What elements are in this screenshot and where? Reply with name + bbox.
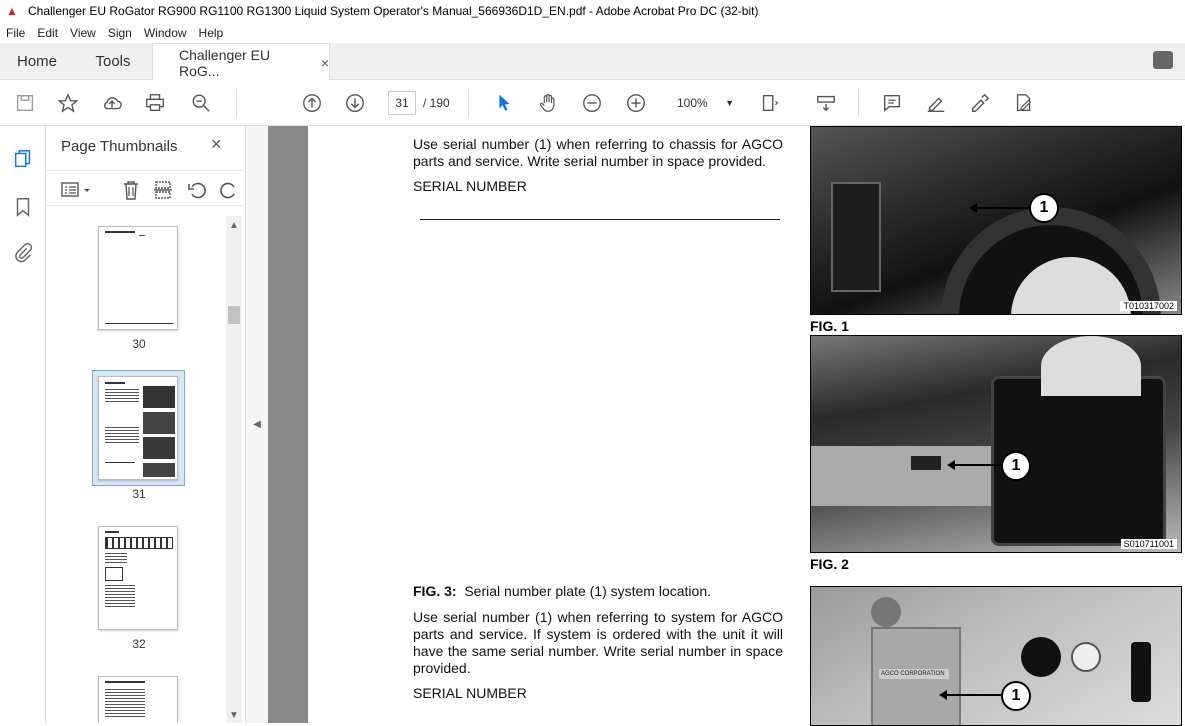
callout-arrow: [969, 203, 1029, 213]
toolbar-separator: [468, 89, 469, 117]
menu-bar: File Edit View Sign Window Help: [0, 22, 1185, 43]
page-total: / 190: [423, 96, 450, 110]
callout-1: 1: [1029, 193, 1059, 223]
menu-edit[interactable]: Edit: [31, 26, 64, 40]
print-icon[interactable]: [143, 91, 167, 115]
figure-code: T010317002: [1120, 301, 1177, 311]
acrobat-icon: ▲: [6, 4, 18, 18]
plate-text: AGCO CORPORATION: [879, 669, 949, 679]
comment-bubble-icon[interactable]: [1153, 51, 1173, 69]
callout-1: 1: [1001, 681, 1031, 711]
figure-code: S010711001: [1120, 539, 1177, 549]
toolbar-separator: [236, 89, 237, 117]
paragraph-chassis-serial: Use serial number (1) when referring to …: [413, 136, 783, 169]
figure-3-image: AGCO CORPORATION 1: [810, 586, 1182, 726]
zoom-out-icon[interactable]: [580, 91, 604, 115]
close-icon[interactable]: ×: [211, 134, 222, 155]
document-viewer[interactable]: Use serial number (1) when referring to …: [268, 126, 1185, 726]
menu-help[interactable]: Help: [193, 26, 230, 40]
chevron-down-icon: ▼: [725, 98, 734, 108]
scroll-down-icon[interactable]: ▼: [229, 710, 239, 721]
chevron-left-icon: ◀: [253, 419, 261, 430]
comment-icon[interactable]: [880, 91, 904, 115]
page-number-input[interactable]: 31: [388, 91, 416, 115]
thumbnail-label: 32: [132, 637, 146, 651]
serial-number-heading: SERIAL NUMBER: [413, 685, 527, 701]
rotate-left-icon[interactable]: [186, 179, 208, 201]
fig3-label: FIG. 3:: [413, 583, 457, 599]
tab-document-label: Challenger EU RoG...: [179, 46, 271, 79]
page-thumbnails-icon[interactable]: [12, 148, 34, 170]
figure-1-label: FIG. 1: [810, 318, 849, 334]
serial-number-heading: SERIAL NUMBER: [413, 178, 527, 194]
attachment-icon[interactable]: [12, 242, 34, 264]
thumbnail-list[interactable]: 30 31 32: [46, 216, 232, 723]
left-rail: [0, 126, 46, 723]
callout-arrow: [947, 460, 1001, 470]
insert-page-icon[interactable]: [152, 179, 174, 201]
tab-home[interactable]: Home: [0, 43, 74, 80]
scroll-up-icon[interactable]: ▲: [229, 220, 239, 231]
zoom-in-icon[interactable]: [624, 91, 648, 115]
callout-arrow: [939, 690, 1001, 700]
star-icon[interactable]: [56, 91, 80, 115]
next-page-icon[interactable]: [343, 91, 367, 115]
zoom-select[interactable]: 100% ▼: [670, 91, 742, 115]
window-title: Challenger EU RoGator RG900 RG1100 RG130…: [28, 4, 759, 18]
thumbnail-page-selected[interactable]: [98, 376, 178, 480]
paragraph-system-serial: Use serial number (1) when referring to …: [413, 609, 783, 676]
title-bar: ▲ Challenger EU RoGator RG900 RG1100 RG1…: [0, 0, 1185, 22]
panel-toolbar: [46, 170, 246, 206]
delete-icon[interactable]: [120, 179, 142, 201]
menu-file[interactable]: File: [0, 26, 31, 40]
fig3-caption: FIG. 3: Serial number plate (1) system l…: [413, 583, 711, 600]
select-cursor-icon[interactable]: [492, 91, 516, 115]
thumbnail-scrollbar[interactable]: ▲ ▼: [226, 216, 242, 723]
page-thumbnails-panel: Page Thumbnails × 30 31 32: [46, 126, 246, 723]
bookmark-icon[interactable]: [12, 196, 34, 218]
page-fit-icon[interactable]: [758, 91, 782, 115]
tab-close-icon[interactable]: ×: [321, 55, 329, 71]
serial-number-line: [420, 219, 780, 220]
tab-tools[interactable]: Tools: [74, 43, 152, 80]
tab-bar: Home Tools Challenger EU RoG... ×: [0, 43, 1185, 81]
figure-1-image: 1 T010317002: [810, 126, 1182, 315]
upload-cloud-icon[interactable]: [100, 91, 124, 115]
thumbnail-page[interactable]: [98, 526, 178, 630]
highlight-pen-icon[interactable]: [924, 91, 948, 115]
thumbnail-page[interactable]: [98, 226, 178, 330]
collapse-panel-handle[interactable]: ◀: [246, 126, 268, 723]
figure-2-label: FIG. 2: [810, 556, 849, 572]
thumbnail-page[interactable]: [98, 676, 178, 723]
save-icon[interactable]: [13, 91, 37, 115]
callout-1: 1: [1001, 451, 1031, 481]
rotate-right-icon[interactable]: [218, 179, 240, 201]
toolbar: [0, 80, 1185, 126]
scroll-mode-icon[interactable]: [814, 91, 838, 115]
thumbnail-label: 30: [132, 337, 146, 351]
draw-sign-icon[interactable]: [968, 91, 992, 115]
tab-document[interactable]: Challenger EU RoG... ×: [152, 43, 330, 81]
thumbnail-label: 31: [132, 487, 146, 501]
hand-tool-icon[interactable]: [536, 91, 560, 115]
options-menu-icon[interactable]: [60, 179, 94, 201]
scrollbar-thumb[interactable]: [228, 306, 240, 324]
figure-2-image: 1 S010711001: [810, 335, 1182, 553]
toolbar-separator: [858, 89, 859, 117]
menu-sign[interactable]: Sign: [102, 26, 138, 40]
panel-title: Page Thumbnails: [61, 138, 178, 155]
zoom-value: 100%: [677, 96, 708, 110]
menu-view[interactable]: View: [64, 26, 102, 40]
previous-page-icon[interactable]: [300, 91, 324, 115]
fig3-caption-text: Serial number plate (1) system location.: [464, 583, 712, 599]
zoom-search-icon[interactable]: [189, 91, 213, 115]
pdf-page: Use serial number (1) when referring to …: [308, 126, 1185, 726]
menu-window[interactable]: Window: [138, 26, 193, 40]
fill-sign-icon[interactable]: [1012, 91, 1036, 115]
